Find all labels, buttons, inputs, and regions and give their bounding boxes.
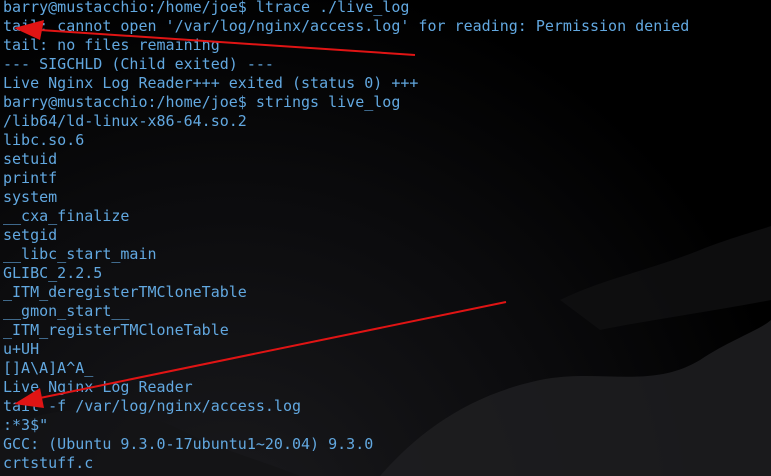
terminal-line: system	[3, 188, 58, 206]
terminal-line: GLIBC_2.2.5	[3, 264, 103, 282]
terminal-line: printf	[3, 169, 58, 187]
terminal-line: _ITM_registerTMCloneTable	[3, 321, 229, 339]
terminal-line: u+UH	[3, 340, 40, 358]
terminal-line-permission-denied: tail: cannot open '/var/log/nginx/access…	[3, 17, 690, 35]
terminal-line-prompt-strings: barry@mustacchio:/home/joe$ strings live…	[3, 93, 401, 111]
terminal-window[interactable]: barry@mustacchio:/home/joe$ ltrace ./liv…	[0, 0, 771, 476]
terminal-line: setgid	[3, 226, 58, 244]
terminal-line-tail-command: tail -f /var/log/nginx/access.log	[3, 397, 302, 415]
terminal-line: libc.so.6	[3, 131, 85, 149]
terminal-line: crtstuff.c	[3, 454, 94, 472]
terminal-line: __cxa_finalize	[3, 207, 130, 225]
terminal-line-prompt-ltrace: barry@mustacchio:/home/joe$ ltrace ./liv…	[3, 0, 410, 16]
terminal-line: /lib64/ld-linux-x86-64.so.2	[3, 112, 247, 130]
terminal-line: :*3$"	[3, 416, 49, 434]
terminal-line-exited: Live Nginx Log Reader+++ exited (status …	[3, 74, 419, 92]
terminal-line: setuid	[3, 150, 58, 168]
terminal-line: __libc_start_main	[3, 245, 157, 263]
terminal-output: barry@mustacchio:/home/joe$ ltrace ./liv…	[3, 0, 689, 473]
terminal-line: Live Nginx Log Reader	[3, 378, 193, 396]
terminal-line: []A\A]A^A_	[3, 359, 94, 377]
terminal-line: _ITM_deregisterTMCloneTable	[3, 283, 247, 301]
terminal-line-gcc: GCC: (Ubuntu 9.3.0-17ubuntu1~20.04) 9.3.…	[3, 435, 374, 453]
terminal-line-no-files: tail: no files remaining	[3, 36, 220, 54]
terminal-line: __gmon_start__	[3, 302, 130, 320]
terminal-line-sigchld: --- SIGCHLD (Child exited) ---	[3, 55, 274, 73]
